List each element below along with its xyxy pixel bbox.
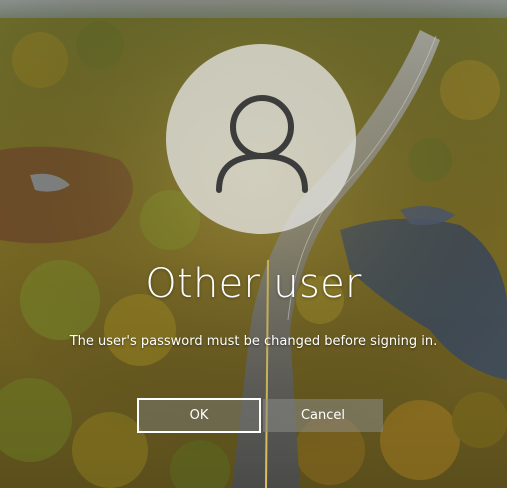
user-silhouette-icon [216,95,308,193]
password-change-message: The user's password must be changed befo… [69,334,438,349]
ok-button[interactable]: OK [137,398,261,433]
user-avatar [166,44,356,234]
cancel-button[interactable]: Cancel [263,399,383,432]
user-name: Other user [145,261,362,307]
